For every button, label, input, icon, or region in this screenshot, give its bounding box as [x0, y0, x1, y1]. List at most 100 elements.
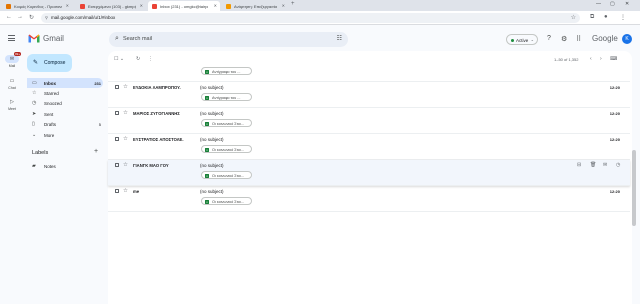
tab-title: Inbox (231) - omgkc@tairpotto — [160, 3, 208, 9]
nav-item-label-notes[interactable]: ▰ Notes — [27, 161, 103, 171]
status-selector[interactable]: Active ⌄ — [506, 34, 538, 45]
nav-item-starred[interactable]: ☆ Starred — [27, 88, 103, 98]
site-info-icon[interactable]: ⚲ — [45, 15, 48, 20]
table-row[interactable]: ☆ ΕΥΔΟΚΙΑ ΛΑΜΠΡΟΠΟΥ. (no subject) 12:20 … — [108, 82, 630, 108]
sender-name: me — [133, 189, 140, 194]
bookmark-star-icon[interactable]: ☆ — [571, 14, 576, 21]
row-checkbox[interactable] — [115, 163, 119, 167]
nav-item-inbox[interactable]: ▭ Inbox 231 — [27, 78, 103, 88]
status-dot-icon — [511, 38, 514, 42]
select-all-checkbox[interactable]: ☐ ⌄ — [114, 56, 124, 62]
close-icon[interactable]: ✕ — [66, 3, 69, 8]
google-account-brand[interactable]: Google — [592, 34, 618, 43]
close-icon[interactable]: ✕ — [214, 3, 217, 8]
archive-icon[interactable]: ⊟ — [577, 162, 581, 168]
unread-count: 231 — [94, 80, 101, 86]
window-close-icon[interactable]: ✕ — [625, 1, 629, 7]
attachment-chip[interactable]: x Οι κοινωνικό Στοι... — [201, 145, 252, 153]
newer-page-icon[interactable]: ‹ — [590, 56, 592, 62]
compose-label: Compose — [44, 60, 66, 66]
search-input[interactable]: Search mail — [123, 36, 152, 42]
forward-arrow-icon[interactable]: → — [17, 14, 23, 20]
close-icon[interactable]: ✕ — [282, 3, 285, 8]
browser-tab-active[interactable]: Inbox (231) - omgkc@tairpotto ✕ — [148, 1, 220, 11]
rail-label: Meet — [8, 107, 16, 111]
search-filters-icon[interactable]: ☷ — [337, 35, 342, 42]
delete-icon[interactable]: 🗑 — [590, 162, 596, 168]
close-icon[interactable]: ✕ — [140, 3, 143, 8]
older-page-icon[interactable]: › — [600, 56, 602, 62]
blogger-favicon-icon — [226, 3, 231, 9]
maximize-icon[interactable]: ▢ — [610, 1, 615, 7]
extensions-icon[interactable]: ⧉ — [590, 14, 594, 21]
tab-title: Εισερχόμενα (103) - gkmp@ebbsite — [88, 3, 136, 9]
send-icon: ➤ — [32, 111, 37, 117]
chat-icon: ▭ — [9, 78, 15, 84]
scrollbar-thumb[interactable] — [632, 150, 636, 226]
message-list-panel: ☐ ⌄ ↻ ⋮ 1–50 of 1,352 ‹ › ⌨ x Αντίγραφο … — [108, 51, 632, 304]
draft-icon: ▯ — [32, 121, 35, 127]
status-label: Active — [516, 37, 529, 43]
rail-item-mail[interactable]: ✉ 99+ Mail — [3, 52, 22, 68]
nav-item-more[interactable]: ⌄ More — [27, 130, 103, 140]
attachment-chip[interactable]: x Αντίγραφο του ... — [201, 67, 252, 75]
attachment-chip[interactable]: x Οι κοινωνικό Στοι... — [201, 171, 252, 179]
star-icon[interactable]: ☆ — [123, 188, 128, 194]
row-checkbox[interactable] — [115, 85, 119, 89]
avatar[interactable]: K — [622, 34, 632, 44]
add-label-icon[interactable]: + — [94, 148, 98, 155]
more-options-icon[interactable]: ⋮ — [148, 56, 153, 62]
row-checkbox[interactable] — [115, 137, 119, 141]
search-icon[interactable]: ⌕ — [115, 35, 119, 43]
mark-unread-icon[interactable]: ✉ — [603, 162, 607, 168]
profile-icon[interactable]: ● — [604, 14, 608, 20]
address-bar[interactable]: ⚲ mail.google.com/mail/u/1/#inbox ☆ — [41, 13, 580, 23]
browser-tab-1[interactable]: Κοιμός Κορινθος - Προσανατολισμός ✕ — [2, 1, 72, 11]
tab-title: Κοιμός Κορινθος - Προσανατολισμός — [14, 3, 62, 9]
row-checkbox[interactable] — [115, 111, 119, 115]
input-tools-icon[interactable]: ⌨ — [610, 56, 617, 62]
nav-item-drafts[interactable]: ▯ Drafts 5 — [27, 119, 103, 129]
attachment-chip[interactable]: x Αντίγραφο του ... — [201, 93, 252, 101]
drafts-count: 5 — [98, 121, 101, 127]
nav-item-sent[interactable]: ➤ Sent — [27, 109, 103, 119]
sheets-icon: x — [205, 69, 209, 74]
refresh-icon[interactable]: ↻ — [136, 56, 140, 62]
rail-label: Chat — [8, 86, 16, 90]
compose-button[interactable]: ✎ Compose — [27, 54, 72, 72]
nav-item-snoozed[interactable]: ◷ Snoozed — [27, 98, 103, 108]
main-menu-icon[interactable] — [8, 35, 15, 41]
new-tab-button[interactable]: + — [291, 1, 295, 7]
star-icon[interactable]: ☆ — [123, 136, 128, 142]
table-row[interactable]: ☆ me (no subject) 12:20 x Οι κοινωνικό Σ… — [108, 186, 630, 212]
table-row[interactable]: ☆ ΕΥΣΤΡΑΤΙΟΣ ΑΠΟΣΤΟΛΕ. (no subject) 12:2… — [108, 134, 630, 160]
back-arrow-icon[interactable]: ← — [6, 14, 12, 20]
table-row[interactable]: ☆ ΓΙΑΝΓΚ ΜΑΟ ΓΟΥ (no subject) ⊟ 🗑 ✉ ◷ x … — [108, 160, 630, 186]
star-icon[interactable]: ☆ — [123, 84, 128, 90]
table-row[interactable]: ☆ ΜΑΡΙΟΣ ΖΥΓΟΓΙΑΝΝΗΣ (no subject) 12:20 … — [108, 108, 630, 134]
pagination-text: 1–50 of 1,352 — [554, 57, 579, 62]
browser-tab-2[interactable]: Εισερχόμενα (103) - gkmp@ebbsite ✕ — [76, 1, 146, 11]
reload-icon[interactable]: ↻ — [29, 14, 34, 21]
browser-menu-icon[interactable]: ⋮ — [620, 14, 626, 21]
gmail-favicon-icon — [80, 3, 85, 9]
browser-tab-4[interactable]: Ανάρτηση: Επεξεργασία ✕ — [222, 1, 288, 11]
gear-icon[interactable]: ⚙ — [561, 35, 567, 43]
label-icon: ▰ — [32, 163, 36, 169]
attachment-chip[interactable]: x Οι κοινωνικό Στοι... — [201, 197, 252, 205]
minimize-icon[interactable]: — — [596, 1, 601, 7]
help-icon[interactable]: ? — [547, 35, 551, 42]
sender-name: ΜΑΡΙΟΣ ΖΥΓΟΓΙΑΝΝΗΣ — [133, 111, 180, 116]
star-icon[interactable]: ☆ — [123, 110, 128, 116]
apps-grid-icon[interactable]: ⠿ — [576, 35, 581, 43]
rail-label: Mail — [8, 64, 16, 68]
search-bar[interactable]: ⌕ Search mail ☷ — [109, 32, 348, 47]
table-row[interactable]: x Αντίγραφο του ... — [108, 65, 630, 82]
row-checkbox[interactable] — [115, 189, 119, 193]
mail-icon: ✉ 99+ — [5, 52, 22, 63]
star-icon[interactable]: ☆ — [123, 162, 128, 168]
snooze-icon[interactable]: ◷ — [616, 162, 620, 168]
attachment-chip[interactable]: x Οι κοινωνικό Στοι... — [201, 119, 252, 127]
rail-item-chat[interactable]: ▭ Chat — [3, 77, 21, 90]
rail-item-meet[interactable]: ▷ Meet — [3, 98, 21, 111]
